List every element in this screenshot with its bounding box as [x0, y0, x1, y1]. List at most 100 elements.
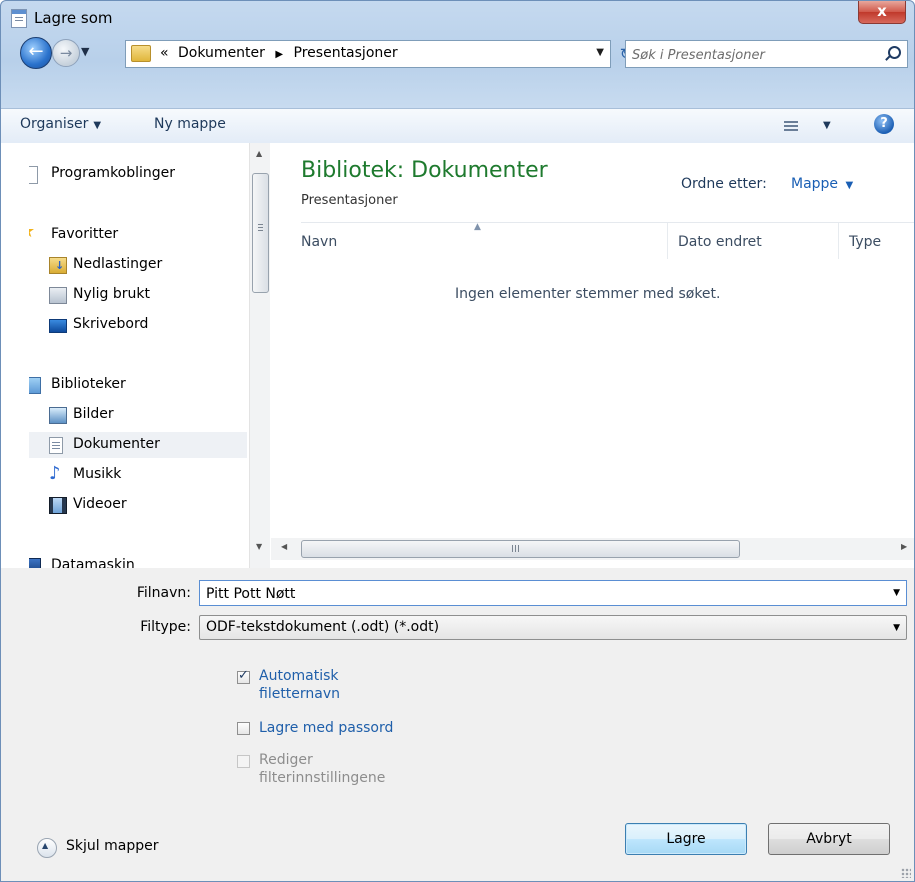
view-options-icon[interactable]	[784, 121, 798, 132]
save-with-password-label[interactable]: Lagre med passord	[259, 719, 393, 737]
close-button[interactable]: x	[858, 1, 906, 24]
sidebar-item-programkoblinger[interactable]: Programkoblinger	[29, 161, 247, 187]
resize-grip-icon[interactable]	[901, 868, 911, 878]
folder-icon	[131, 45, 151, 62]
search-icon[interactable]	[888, 46, 901, 59]
filename-input[interactable]	[204, 583, 878, 605]
sidebar-item-label: Biblioteker	[51, 376, 126, 392]
sidebar-item-nylig-brukt[interactable]: Nylig brukt	[29, 282, 247, 308]
breadcrumb-separator-icon[interactable]: ▶	[275, 49, 283, 60]
empty-results-message: Ingen elementer stemmer med søket.	[455, 286, 721, 302]
address-bar[interactable]: « Dokumenter ▶ Presentasjoner ▼	[125, 40, 611, 68]
file-list-horizontal-scrollbar[interactable]: ◀ ▶	[271, 538, 914, 560]
navigation-bar: ← → ▼ « Dokumenter ▶ Presentasjoner ▼ ↻	[1, 35, 914, 75]
search-box[interactable]	[625, 40, 908, 68]
sidebar-item-label: Nedlastinger	[73, 256, 163, 272]
libraries-icon	[29, 377, 41, 394]
file-list-pane: Bibliotek: Dokumenter Presentasjoner Ord…	[271, 143, 914, 568]
organize-label: Organiser	[20, 116, 89, 132]
forward-button[interactable]: →	[52, 39, 80, 67]
grip-icon	[258, 224, 263, 231]
sidebar-item-label: Musikk	[73, 466, 122, 482]
scroll-right-icon[interactable]: ▶	[901, 542, 907, 551]
filetype-select[interactable]: ODF-tekstdokument (.odt) (*.odt) ▼	[199, 615, 907, 640]
sidebar-item-videoer[interactable]: Videoer	[29, 492, 247, 518]
recent-locations-dropdown[interactable]: ▼	[81, 45, 89, 58]
window-title: Lagre som	[34, 9, 113, 27]
auto-extension-checkbox[interactable]	[237, 668, 250, 684]
sidebar-item-label: Videoer	[73, 496, 127, 512]
column-header-date-modified[interactable]: Dato endret	[667, 223, 838, 259]
help-icon[interactable]: ?	[874, 114, 894, 134]
library-subtitle: Presentasjoner	[301, 193, 398, 208]
option-label-line: Rediger	[259, 752, 313, 768]
address-overflow-chevron[interactable]: «	[160, 45, 169, 61]
pictures-icon	[49, 407, 67, 424]
sidebar-item-favoritter[interactable]: ★ Favoritter	[29, 222, 247, 248]
sidebar-item-label: Nylig brukt	[73, 286, 150, 302]
option-label-line: filterinnstillingene	[259, 770, 386, 786]
downloads-folder-icon	[49, 257, 67, 274]
scrollbar-thumb[interactable]	[252, 173, 269, 293]
collapse-icon	[37, 838, 57, 858]
save-options-panel: Filnavn: ▼ Filtype: ODF-tekstdokument (.…	[1, 568, 914, 881]
forward-arrow-icon: →	[59, 44, 73, 62]
chevron-down-icon[interactable]: ▼	[893, 588, 900, 598]
chevron-down-icon: ▼	[893, 623, 900, 633]
grip-icon	[512, 545, 520, 552]
cancel-button[interactable]: Avbryt	[768, 823, 890, 855]
filename-label: Filnavn:	[136, 585, 191, 601]
navigation-pane: Programkoblinger ★ Favoritter Nedlasting…	[29, 143, 259, 568]
filename-combobox[interactable]: ▼	[199, 580, 907, 606]
new-folder-button[interactable]: Ny mappe	[154, 116, 226, 132]
sidebar-item-dokumenter[interactable]: Dokumenter	[29, 432, 247, 458]
address-dropdown-icon[interactable]: ▼	[596, 47, 604, 58]
navigation-pane-scrollbar[interactable]: ▲ ▼	[249, 143, 270, 568]
sidebar-item-label: Bilder	[73, 406, 114, 422]
sidebar-item-label: Datamaskin	[51, 557, 135, 568]
save-button[interactable]: Lagre	[625, 823, 747, 855]
scroll-left-icon[interactable]: ◀	[281, 542, 287, 551]
sidebar-item-nedlastinger[interactable]: Nedlastinger	[29, 252, 247, 278]
sidebar-item-biblioteker[interactable]: Biblioteker	[29, 372, 247, 398]
title-bar: Lagre som x	[1, 1, 914, 35]
desktop-icon	[49, 319, 67, 333]
option-label-line: Automatisk	[259, 668, 339, 684]
back-arrow-icon: ←	[28, 41, 44, 62]
sidebar-item-label: Skrivebord	[73, 316, 149, 332]
arrange-by-label: Ordne etter:	[681, 176, 767, 192]
videos-icon	[49, 497, 67, 514]
chevron-down-icon: ▼	[845, 180, 854, 191]
scrollbar-thumb[interactable]	[301, 540, 740, 558]
column-header-name[interactable]: Navn	[291, 223, 667, 259]
breadcrumb-dokumenter[interactable]: Dokumenter	[178, 45, 265, 61]
auto-extension-label[interactable]: Automatisk filetternavn	[259, 667, 340, 703]
view-dropdown-icon[interactable]: ▼	[823, 120, 831, 131]
command-toolbar: Organiser ▼ Ny mappe ▼ ?	[1, 108, 914, 144]
browser-area: Programkoblinger ★ Favoritter Nedlasting…	[1, 143, 914, 568]
edit-filter-settings-label: Rediger filterinnstillingene	[259, 751, 385, 787]
music-icon: ♪	[49, 463, 61, 484]
column-header-type[interactable]: Type	[838, 223, 914, 259]
sidebar-item-bilder[interactable]: Bilder	[29, 402, 247, 428]
computer-icon	[29, 558, 41, 568]
organize-button[interactable]: Organiser ▼	[20, 116, 101, 132]
scroll-down-icon[interactable]: ▼	[256, 542, 262, 551]
edit-filter-settings-checkbox	[237, 755, 250, 768]
save-as-dialog: Lagre som x ← → ▼ « Dokumenter ▶ Present…	[0, 0, 915, 882]
arrange-by-dropdown[interactable]: Mappe ▼	[791, 176, 853, 192]
scroll-up-icon[interactable]: ▲	[256, 149, 262, 158]
back-button[interactable]: ←	[20, 37, 52, 69]
sidebar-item-skrivebord[interactable]: Skrivebord	[29, 312, 247, 338]
option-label-line: filetternavn	[259, 686, 341, 702]
search-input[interactable]	[630, 44, 874, 66]
documents-icon	[49, 437, 63, 454]
filetype-value: ODF-tekstdokument (.odt) (*.odt)	[206, 619, 440, 635]
sidebar-item-label: Favoritter	[51, 226, 119, 242]
library-title: Bibliotek: Dokumenter	[301, 158, 548, 183]
sidebar-item-datamaskin[interactable]: Datamaskin	[29, 553, 247, 568]
sidebar-item-label: Dokumenter	[73, 436, 160, 452]
sidebar-item-musikk[interactable]: ♪ Musikk	[29, 462, 247, 488]
save-with-password-checkbox[interactable]	[237, 722, 250, 735]
breadcrumb-presentasjoner[interactable]: Presentasjoner	[294, 45, 398, 61]
